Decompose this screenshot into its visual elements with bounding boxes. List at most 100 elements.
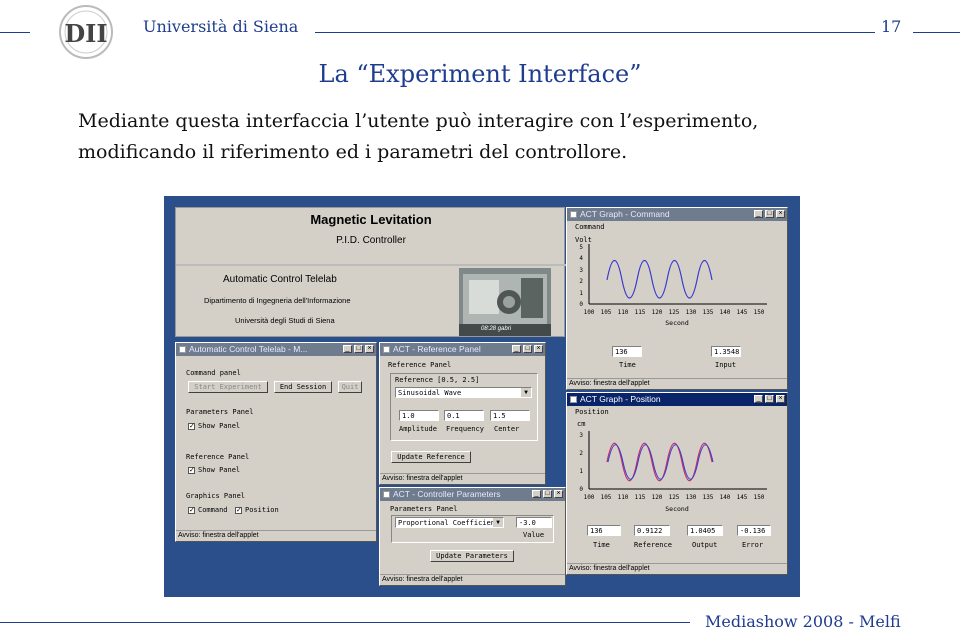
param-select[interactable]: Proportional Coefficient ▼	[395, 517, 504, 528]
logo: DII	[56, 4, 116, 60]
frequency-label: Frequency	[446, 425, 484, 433]
command-graph-titlebar[interactable]: ACT Graph - Command _ □ ×	[567, 208, 787, 221]
show-params-label: Show Panel	[198, 422, 241, 430]
update-parameters-button[interactable]: Update Parameters	[430, 550, 514, 562]
position-checkbox[interactable]: ✓	[235, 507, 242, 514]
position-y-ticks: 3 2 1 0	[579, 432, 583, 493]
chevron-down-icon[interactable]: ▼	[493, 518, 503, 527]
params-panel-label: Parameters Panel	[186, 408, 254, 416]
minimize-button[interactable]: _	[343, 345, 352, 353]
x-tick-label: 115	[635, 494, 646, 501]
maximize-button[interactable]: □	[523, 345, 532, 353]
position-x-label: Second	[665, 505, 689, 513]
x-tick-label: 125	[669, 494, 680, 501]
position-checkbox-label: Position	[245, 506, 279, 514]
close-button[interactable]: ×	[776, 395, 785, 403]
telelab-titlebar[interactable]: Automatic Control Telelab - M... _ □ ×	[176, 343, 376, 356]
maximize-button[interactable]: □	[765, 210, 774, 218]
footer-text: Mediashow 2008 - Melfi	[705, 612, 901, 631]
lab-dept: Dipartimento di Ingegneria dell'Informaz…	[204, 296, 351, 305]
maximize-button[interactable]: □	[543, 490, 552, 498]
position-graph-window: ACT Graph - Position _ □ × Position cm 3…	[566, 392, 788, 575]
command-graph-title: ACT Graph - Command	[580, 209, 670, 219]
update-reference-button[interactable]: Update Reference	[391, 451, 471, 463]
telelab-status: Avviso: finestra dell'applet	[176, 530, 376, 541]
command-checkbox[interactable]: ✓	[188, 507, 195, 514]
ref-panel-label: Reference Panel	[186, 453, 250, 461]
telelab-title: Automatic Control Telelab - M...	[189, 344, 308, 354]
reference-titlebar[interactable]: ACT - Reference Panel _ □ ×	[380, 343, 545, 356]
position-graph-titlebar[interactable]: ACT Graph - Position _ □ ×	[567, 393, 787, 406]
x-tick-label: 115	[635, 309, 646, 316]
command-wave	[606, 259, 713, 299]
y-tick-label: 0	[579, 486, 583, 493]
amplitude-field[interactable]: 1.0	[399, 410, 439, 421]
x-tick-label: 140	[720, 494, 731, 501]
command-y-ticks: 5 4 3 2 1 0	[579, 244, 583, 308]
close-button[interactable]: ×	[534, 345, 543, 353]
position-status: Avviso: finestra dell'applet	[567, 563, 787, 574]
controller-titlebar[interactable]: ACT - Controller Parameters _ □ ×	[380, 488, 565, 501]
end-session-button[interactable]: End Session	[274, 381, 332, 393]
controller-title: ACT - Controller Parameters	[393, 489, 501, 499]
app-icon	[383, 491, 390, 498]
controller-window: ACT - Controller Parameters _ □ × Parame…	[379, 487, 566, 586]
reference-heading: Reference Panel	[388, 361, 452, 369]
close-button[interactable]: ×	[554, 490, 563, 498]
controller-status: Avviso: finestra dell'applet	[380, 574, 565, 585]
x-tick-label: 120	[652, 494, 663, 501]
x-tick-label: 110	[618, 309, 629, 316]
body-line-1: Mediante questa interfaccia l’utente può…	[78, 110, 759, 132]
command-input-field: 1.3548	[711, 346, 741, 357]
show-params-checkbox[interactable]: ✓	[188, 423, 195, 430]
minimize-button[interactable]: _	[532, 490, 541, 498]
x-tick-label: 100	[584, 309, 595, 316]
reference-status: Avviso: finestra dell'applet	[380, 473, 545, 484]
header-university: Università di Siena	[143, 17, 299, 36]
command-status: Avviso: finestra dell'applet	[567, 378, 787, 389]
footer-rule	[0, 622, 690, 623]
controller-heading: Parameters Panel	[390, 505, 458, 513]
header-rule-left	[0, 32, 30, 33]
position-unit: cm	[577, 420, 586, 428]
page-number: 17	[881, 17, 902, 36]
wave-select-value: Sinusoidal Wave	[398, 389, 462, 397]
webcam-image: 08:28 gabri	[459, 268, 551, 336]
webcam-caption: 08:28 gabri	[481, 326, 512, 332]
position-heading: Position	[575, 408, 609, 416]
start-experiment-button[interactable]: Start Experiment	[188, 381, 268, 393]
svg-text:DII: DII	[64, 19, 107, 48]
minimize-button[interactable]: _	[512, 345, 521, 353]
command-heading: Command	[575, 223, 605, 231]
maximize-button[interactable]: □	[354, 345, 363, 353]
minimize-button[interactable]: _	[754, 210, 763, 218]
center-field[interactable]: 1.5	[490, 410, 530, 421]
position-error-label: Error	[742, 541, 764, 549]
command-plot: 5 4 3 2 1 0 100 105 110 115 120 125 130 …	[579, 244, 767, 327]
close-button[interactable]: ×	[365, 345, 374, 353]
show-ref-checkbox[interactable]: ✓	[188, 467, 195, 474]
banner-subtitle: P.I.D. Controller	[336, 235, 406, 246]
graphics-panel-label: Graphics Panel	[186, 492, 246, 500]
x-tick-label: 105	[601, 309, 612, 316]
chevron-down-icon[interactable]: ▼	[521, 388, 531, 397]
slide-body: Mediante questa interfaccia l’utente può…	[78, 106, 758, 168]
position-plot: 3 2 1 0 100 105 110 115 120 125 130 135 …	[579, 431, 767, 513]
command-time-label: Time	[619, 361, 636, 369]
param-select-value: Proportional Coefficient	[398, 519, 500, 527]
quit-button[interactable]: Quit	[338, 381, 362, 393]
x-tick-label: 140	[720, 309, 731, 316]
param-value-field[interactable]: -3.0	[516, 517, 552, 528]
position-error-field: -0.136	[737, 525, 771, 536]
reference-window: ACT - Reference Panel _ □ × Reference Pa…	[379, 342, 546, 485]
minimize-button[interactable]: _	[754, 395, 763, 403]
close-button[interactable]: ×	[776, 210, 785, 218]
banner-title: Magnetic Levitation	[310, 212, 432, 227]
frequency-field[interactable]: 0.1	[444, 410, 484, 421]
lab-univ: Università degli Studi di Siena	[235, 316, 335, 325]
command-x-label: Second	[665, 319, 689, 327]
wave-select[interactable]: Sinusoidal Wave ▼	[395, 387, 532, 398]
position-reference-field: 0.9122	[634, 525, 670, 536]
y-tick-label: 0	[579, 301, 583, 308]
maximize-button[interactable]: □	[765, 395, 774, 403]
